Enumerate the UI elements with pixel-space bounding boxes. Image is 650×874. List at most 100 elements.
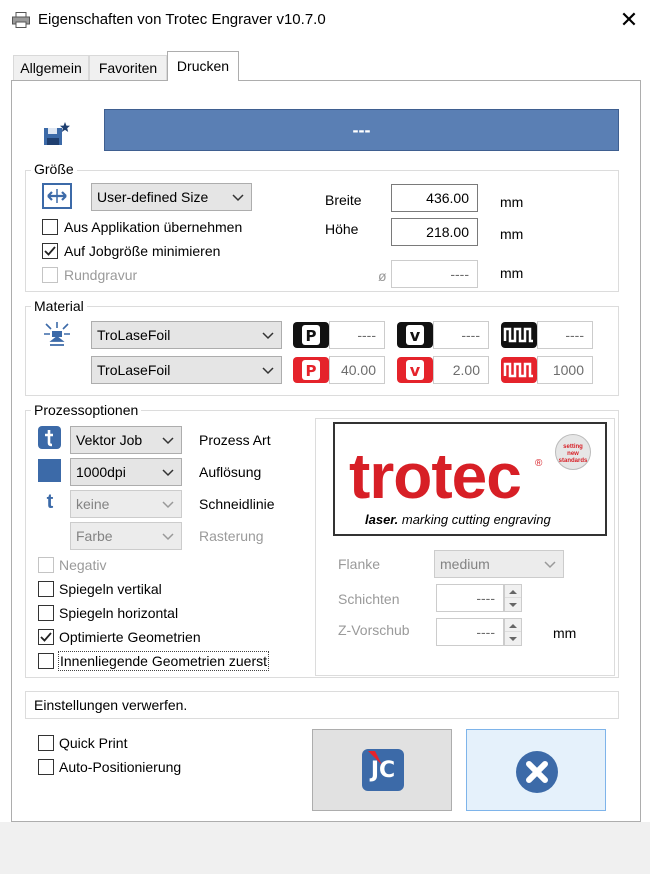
chevron-down-icon: [162, 437, 174, 445]
hoehe-input[interactable]: 218.00: [391, 218, 478, 246]
cancel-icon: [516, 751, 558, 793]
schichten-input[interactable]: ----: [436, 584, 504, 612]
tab-drucken[interactable]: Drucken: [167, 51, 239, 81]
spiegeln-horizontal-checkbox[interactable]: [38, 605, 54, 621]
spiegeln-vertikal-checkbox[interactable]: [38, 581, 54, 597]
frequency-input-1[interactable]: ----: [537, 321, 593, 349]
innenliegende-checkbox[interactable]: [38, 653, 54, 669]
innenliegende-label: Innenliegende Geometrien zuerst: [58, 651, 270, 671]
durchmesser-unit: mm: [500, 265, 524, 281]
chevron-down-icon: [162, 501, 174, 509]
z-vorschub-spinner[interactable]: [504, 618, 522, 646]
aufloesung-value: 1000dpi: [76, 464, 126, 480]
prozess-art-select[interactable]: Vektor Job: [70, 426, 182, 454]
seal-line-3: standards: [558, 458, 588, 464]
aus-applikation-checkbox[interactable]: [42, 219, 58, 235]
schichten-spinner[interactable]: [504, 584, 522, 612]
auf-jobgroesse-label: Auf Jobgröße minimieren: [64, 243, 221, 259]
durchmesser-input[interactable]: ----: [391, 260, 478, 288]
spin-down-icon: [509, 637, 517, 641]
chevron-down-icon: [162, 533, 174, 541]
prozess-art-value: Vektor Job: [76, 432, 143, 448]
process-type-icon: [38, 426, 61, 449]
seal-line-2: new: [567, 451, 579, 457]
status-text: Einstellungen verwerfen.: [25, 691, 619, 719]
chevron-down-icon: [262, 367, 274, 375]
chevron-down-icon: [162, 469, 174, 477]
velocity-input-1[interactable]: ----: [433, 321, 489, 349]
size-select-value: User-defined Size: [97, 189, 209, 205]
size-select[interactable]: User-defined Size: [91, 183, 252, 211]
jobcontrol-icon: JC: [362, 749, 404, 791]
schneidlinie-label: Schneidlinie: [199, 496, 275, 512]
job-control-button[interactable]: JC: [312, 729, 452, 811]
z-vorschub-input[interactable]: ----: [436, 618, 504, 646]
schneidlinie-select[interactable]: keine: [70, 490, 182, 518]
breite-label: Breite: [325, 192, 362, 208]
printer-icon: [12, 12, 30, 28]
breite-input[interactable]: 436.00: [391, 184, 478, 212]
auto-positionierung-checkbox[interactable]: [38, 759, 54, 775]
material-label: Material: [31, 298, 87, 314]
jobcontrol-icon-text: JC: [370, 758, 396, 783]
checkmark-icon: [44, 246, 56, 256]
diameter-symbol: ø: [378, 268, 387, 284]
rasterung-label: Rasterung: [199, 528, 264, 544]
auf-jobgroesse-checkbox[interactable]: [42, 243, 58, 259]
logo-brand-text: trotec: [349, 440, 522, 512]
schneidlinie-value: keine: [76, 496, 110, 512]
chevron-down-icon: [232, 194, 244, 202]
optimierte-geometrien-label: Optimierte Geometrien: [59, 629, 201, 645]
frequency-input-2[interactable]: 1000: [537, 356, 593, 384]
velocity-icon: v: [397, 322, 433, 348]
seal-line-1: setting: [563, 444, 583, 450]
rundgravur-label: Rundgravur: [64, 267, 138, 283]
resolution-icon: [38, 459, 61, 482]
chevron-down-icon: [544, 561, 556, 569]
window-footer: [0, 822, 650, 874]
spiegeln-horizontal-label: Spiegeln horizontal: [59, 605, 179, 621]
logo-seal: setting new standards: [555, 434, 591, 470]
negativ-checkbox[interactable]: [38, 557, 54, 573]
window-title: Eigenschaften von Trotec Engraver v10.7.…: [38, 11, 326, 28]
velocity-icon-red: v: [397, 357, 433, 383]
power-icon: P: [293, 322, 329, 348]
tab-favoriten[interactable]: Favoriten: [89, 55, 167, 81]
rundgravur-checkbox[interactable]: [42, 267, 58, 283]
velocity-input-2[interactable]: 2.00: [433, 356, 489, 384]
negativ-label: Negativ: [59, 557, 107, 573]
velocity-badge-text-red: v: [410, 361, 421, 380]
save-favorite-icon[interactable]: [42, 120, 72, 148]
logo-registered: ®: [535, 458, 543, 469]
hoehe-label: Höhe: [325, 221, 359, 237]
rasterung-select[interactable]: Farbe: [70, 522, 182, 550]
quick-print-label: Quick Print: [59, 735, 128, 751]
power-input-1[interactable]: ----: [329, 321, 385, 349]
auto-positionierung-label: Auto-Positionierung: [59, 759, 182, 775]
z-vorschub-unit: mm: [553, 625, 577, 641]
material-select-2-value: TroLaseFoil: [97, 362, 171, 378]
job-banner: ---: [104, 109, 619, 151]
tab-allgemein[interactable]: Allgemein: [13, 55, 89, 81]
schichten-label: Schichten: [338, 591, 400, 607]
checkmark-icon: [40, 632, 52, 642]
flanke-select[interactable]: medium: [434, 550, 564, 578]
material-select-2[interactable]: TroLaseFoil: [91, 356, 282, 384]
aus-applikation-label: Aus Applikation übernehmen: [64, 219, 243, 235]
cancel-button[interactable]: [466, 729, 606, 811]
cut-line-icon: t: [46, 491, 54, 513]
chevron-down-icon: [262, 332, 274, 340]
spin-up-icon: [509, 624, 517, 628]
quick-print-checkbox[interactable]: [38, 735, 54, 751]
power-input-2[interactable]: 40.00: [329, 356, 385, 384]
material-select-1[interactable]: TroLaseFoil: [91, 321, 282, 349]
breite-unit: mm: [500, 194, 524, 210]
rasterung-value: Farbe: [76, 528, 113, 544]
close-icon[interactable]: ✕: [612, 4, 646, 36]
optimierte-geometrien-checkbox[interactable]: [38, 629, 54, 645]
material-select-1-value: TroLaseFoil: [97, 327, 171, 343]
frequency-icon-red: [501, 357, 537, 383]
resize-icon: [42, 183, 72, 209]
z-vorschub-label: Z-Vorschub: [338, 622, 410, 638]
aufloesung-select[interactable]: 1000dpi: [70, 458, 182, 486]
